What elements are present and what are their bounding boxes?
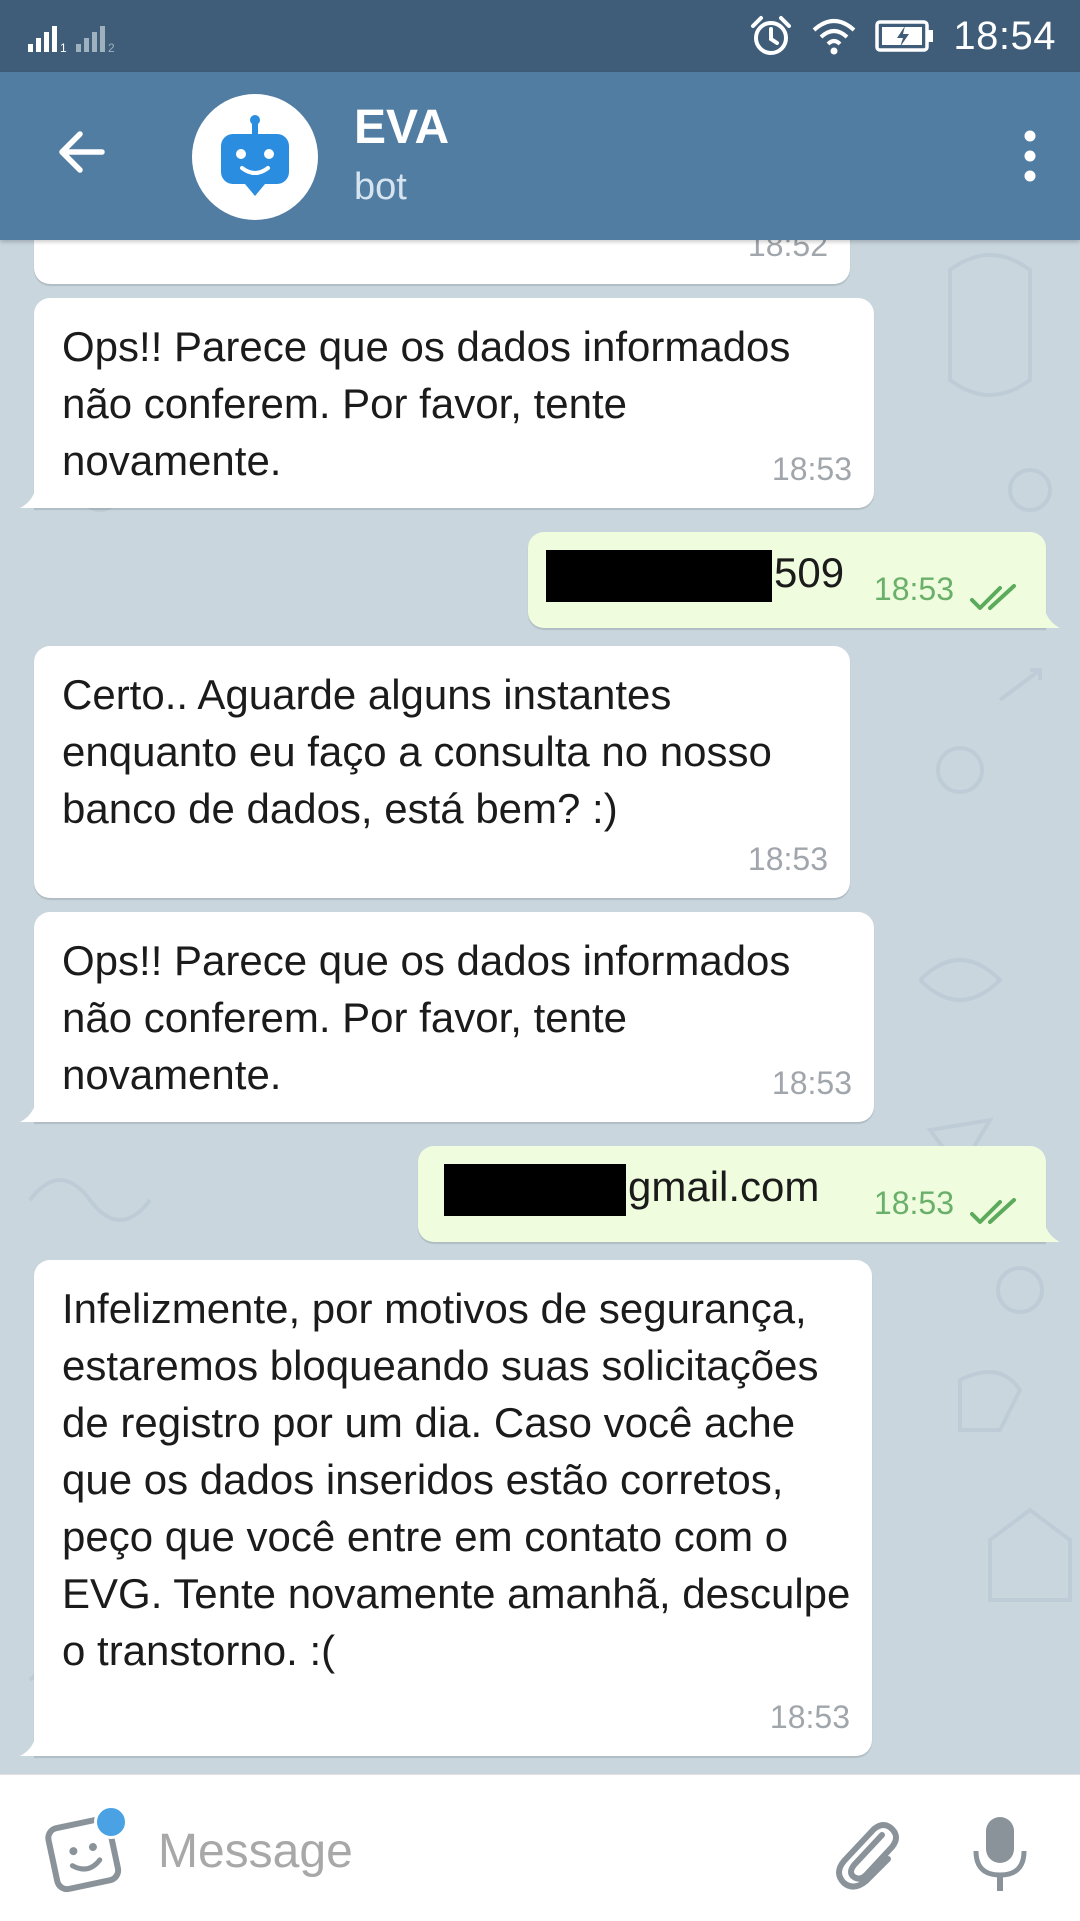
message-incoming[interactable]: Ops!! Parece que os dados informados não… [20, 298, 874, 508]
signal-strength-icon: 1 2 [28, 26, 115, 54]
message-incoming[interactable]: Certo.. Aguarde alguns instantes enquant… [34, 646, 850, 898]
battery-charging-icon [875, 20, 934, 52]
paperclip-icon[interactable] [826, 1813, 906, 1893]
alarm-icon [751, 16, 792, 55]
chat-header: EVA bot [0, 72, 1080, 240]
chat-title: EVA [354, 101, 450, 154]
message-outgoing[interactable]: 509 18:53 [528, 532, 1060, 628]
chat-area[interactable]: 18:52 Ops!! Parece que os dados informad… [0, 240, 1080, 1774]
bubble-tail [1044, 608, 1060, 628]
status-time: 18:54 [953, 13, 1056, 58]
more-vert-icon[interactable] [1018, 126, 1042, 186]
double-check-icon [970, 1198, 1016, 1224]
svg-text:2: 2 [108, 41, 115, 54]
message-text: Ops!! Parece que os dados informados não… [62, 937, 791, 1098]
message-input[interactable] [156, 1815, 780, 1887]
message-text: Ops!! Parece que os dados informados não… [62, 323, 791, 484]
message-text: gmail.com [628, 1163, 820, 1210]
message-time: 18:53 [873, 1185, 954, 1221]
message-time: 18:53 [771, 1065, 852, 1101]
chat-subtitle: bot [354, 166, 407, 208]
wifi-icon [813, 19, 856, 55]
bubble-tail [20, 1736, 36, 1756]
status-bar: 1 2 18:54 [0, 0, 1080, 72]
message-incoming[interactable]: Infelizmente, por motivos de segurança, … [20, 1260, 872, 1756]
message-incoming[interactable]: Ops!! Parece que os dados informados não… [20, 912, 874, 1122]
message-time: 18:53 [873, 571, 954, 607]
svg-text:1: 1 [60, 41, 67, 54]
message-time: 18:53 [747, 841, 828, 877]
message-time: 18:52 [747, 240, 828, 263]
message-time: 18:53 [771, 451, 852, 487]
new-stickers-badge [94, 1805, 128, 1839]
bubble-tail [20, 488, 36, 508]
message-composer [0, 1774, 1080, 1921]
avatar[interactable] [192, 94, 318, 220]
bubble-tail [1044, 1222, 1060, 1242]
message-outgoing[interactable]: gmail.com 18:53 [418, 1146, 1060, 1242]
back-arrow-icon[interactable] [52, 122, 112, 182]
message-text: 509 [774, 549, 845, 596]
bubble-tail [20, 1102, 36, 1122]
redacted-text [444, 1163, 626, 1216]
redacted-text [546, 549, 772, 602]
double-check-icon [970, 584, 1016, 610]
message-text: Certo.. Aguarde alguns instantes enquant… [62, 671, 772, 832]
message-time: 18:53 [769, 1699, 850, 1735]
message-incoming[interactable]: 18:52 [34, 240, 850, 284]
robot-icon [221, 115, 289, 196]
message-text: Infelizmente, por motivos de segurança, … [62, 1285, 851, 1674]
microphone-icon[interactable] [968, 1813, 1032, 1897]
